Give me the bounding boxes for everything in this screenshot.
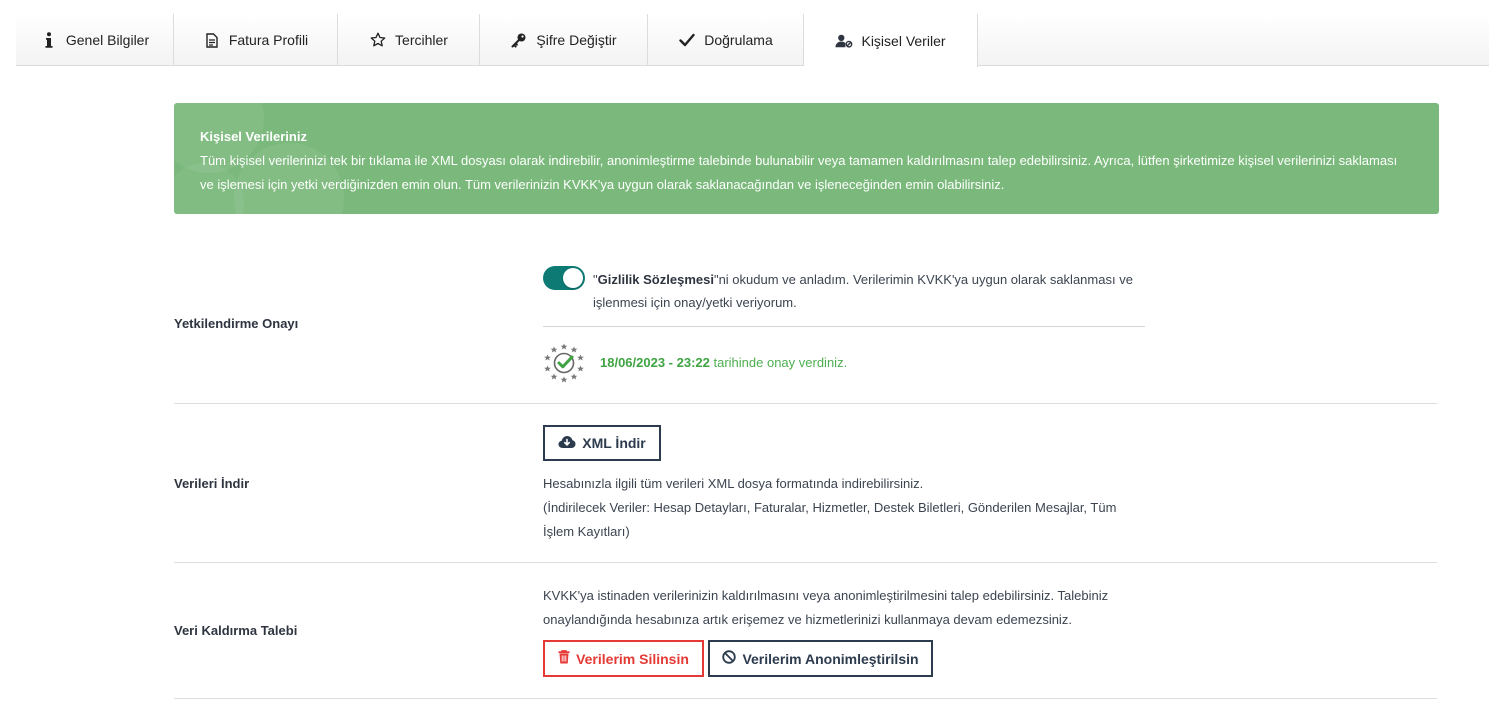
privacy-agreement-link[interactable]: Gizlilik Sözleşmesi [598,272,714,287]
tab-label: Kişisel Veriler [861,32,946,49]
approval-suffix: tarihinde onay verdiniz. [709,355,848,370]
trash-icon [558,650,570,667]
xml-download-button[interactable]: XML İndir [543,425,661,461]
tab-sifre-degistir[interactable]: Şifre Değiştir [480,14,648,66]
approval-datetime: 18/06/2023 - 23:22 [600,355,710,370]
star-icon [369,31,387,49]
tab-genel-bilgiler[interactable]: Genel Bilgiler [16,14,174,66]
tab-bar: Genel Bilgiler Fatura Profili Tercihler … [16,14,1489,67]
tab-label: Genel Bilgiler [65,32,150,48]
download-desc-line: (İndirilecek Veriler: Hesap Detayları, F… [543,500,1117,539]
delete-data-label: Verilerim Silinsin [576,650,689,667]
tab-label: Doğrulama [704,32,773,48]
removal-description: KVKK'ya istinaden verilerinizin kaldırıl… [543,588,1109,627]
row-divider [174,403,1437,404]
info-icon [40,31,58,49]
toggle-knob [563,268,583,288]
approval-seal-icon [544,343,584,383]
tab-kisisel-veriler[interactable]: Kişisel Veriler [804,14,978,67]
consent-toggle[interactable] [543,266,585,290]
tab-fatura-profili[interactable]: Fatura Profili [174,14,338,66]
delete-data-button[interactable]: Verilerim Silinsin [543,640,704,677]
consent-text: "Gizlilik Sözleşmesi"ni okudum ve anladı… [593,268,1153,314]
download-label: Verileri İndir [174,476,250,491]
authorization-label: Yetkilendirme Onayı [174,316,299,331]
tab-dogrulama[interactable]: Doğrulama [648,14,804,66]
ban-icon [722,650,737,667]
removal-label: Veri Kaldırma Talebi [174,623,298,638]
document-icon [203,31,221,49]
anonymize-data-button[interactable]: Verilerim Anonimleştirilsin [708,640,933,677]
anonymize-data-label: Verilerim Anonimleştirilsin [742,650,919,667]
tab-label: Şifre Değiştir [536,32,617,48]
row-divider [174,698,1437,699]
tab-tercihler[interactable]: Tercihler [338,14,480,66]
approval-status: 18/06/2023 - 23:22 tarihinde onay verdin… [600,355,847,370]
tab-label: Fatura Profili [228,32,309,48]
download-desc-line: Hesabınızla ilgili tüm verileri XML dosy… [543,476,924,491]
tab-label: Tercihler [395,32,448,48]
cloud-download-icon [558,435,576,452]
info-banner: Kişisel Verileriniz Tüm kişisel verileri… [174,103,1439,214]
user-lock-icon [835,32,853,50]
check-icon [678,31,696,49]
banner-text: Tüm kişisel verilerinizi tek bir tıklama… [200,153,1398,192]
divider [543,326,1145,327]
download-description: Hesabınızla ilgili tüm verileri XML dosy… [543,472,1143,544]
banner-title: Kişisel Verileriniz [200,129,307,144]
row-divider [174,562,1437,563]
key-icon [510,31,528,49]
xml-download-label: XML İndir [582,435,646,451]
